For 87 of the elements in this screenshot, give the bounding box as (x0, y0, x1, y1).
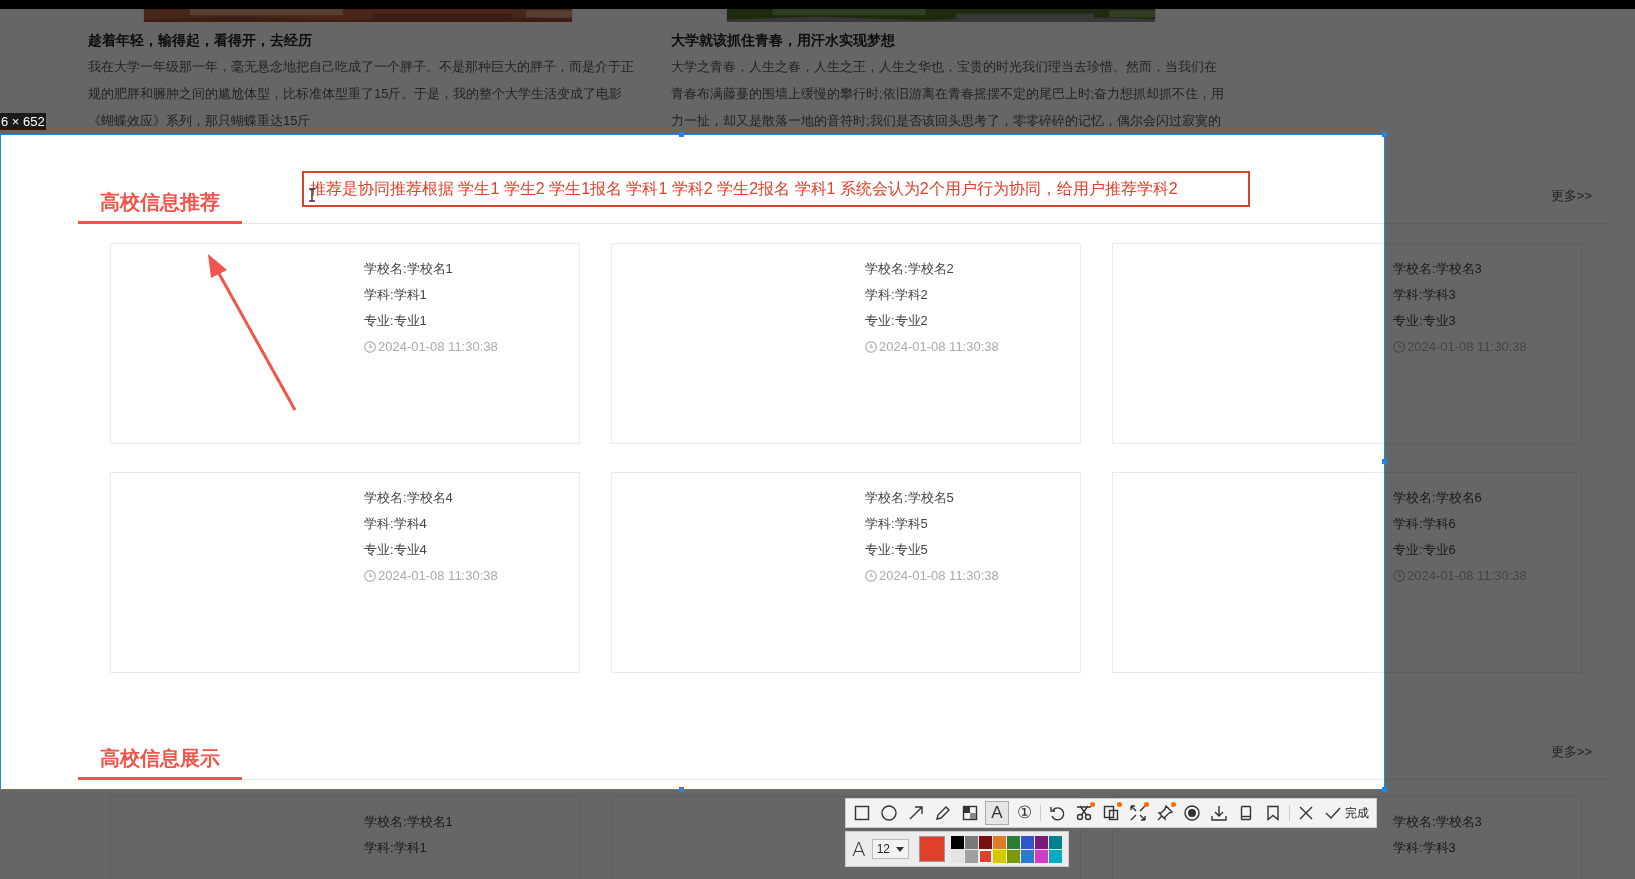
size-label: 6 × 652 (0, 113, 46, 130)
rectangle-icon (853, 804, 871, 822)
circle-icon (880, 804, 898, 822)
major-text: 专业:专业2 (865, 312, 928, 330)
article-title[interactable]: 趁着年轻，输得起，看得开，去经历 (88, 31, 638, 49)
color-swatch[interactable] (951, 835, 965, 849)
color-swatch[interactable] (979, 835, 993, 849)
subject-text: 学科:学科3 (1393, 839, 1456, 857)
school-name: 学校名:学校名1 (364, 813, 453, 831)
text-tool[interactable]: A (985, 801, 1009, 825)
resize-handle[interactable] (1382, 787, 1387, 792)
record-icon (1183, 804, 1201, 822)
subject-text: 学科:学科1 (364, 286, 427, 304)
school-card[interactable]: 学校名:学校名4 学科:学科4 专业:专业4 2024-01-08 11:30:38 (110, 472, 580, 673)
post-time: 2024-01-08 11:30:38 (378, 338, 498, 357)
caret-icon (896, 846, 905, 852)
subject-text: 学科:学科3 (1393, 286, 1456, 304)
resize-handle[interactable] (679, 132, 684, 137)
color-swatch[interactable] (951, 849, 965, 863)
subject-text: 学科:学科1 (364, 839, 427, 857)
major-text: 专业:专业5 (865, 541, 928, 559)
font-size-label: A (852, 838, 866, 860)
scissors-icon (1075, 804, 1093, 822)
document-icon (1102, 804, 1120, 822)
school-name: 学校名:学校名2 (865, 260, 954, 278)
color-swatch[interactable] (965, 835, 979, 849)
major-text: 专业:专业1 (364, 312, 427, 330)
resize-handle[interactable] (1382, 459, 1387, 464)
annotation-text[interactable]: 推荐是协同推荐根据 学生1 学生2 学生1报名 学科1 学科2 学生2报名 学科1 系统会认为2个用户行为协同，给用户推荐学科2 (302, 171, 1250, 207)
number-tool[interactable]: ① (1012, 801, 1036, 825)
resize-handle[interactable] (1382, 132, 1387, 137)
post-time: 2024-01-08 11:30:38 (378, 567, 498, 586)
color-swatch[interactable] (1035, 835, 1049, 849)
color-swatch[interactable] (979, 849, 993, 863)
post-time: 2024-01-08 11:30:38 (879, 567, 999, 586)
more-link[interactable]: 更多>> (1550, 741, 1610, 779)
pin-icon (1156, 804, 1174, 822)
clock-icon (364, 570, 376, 582)
clock-icon (1393, 570, 1405, 582)
color-swatch[interactable] (993, 835, 1007, 849)
color-swatch[interactable] (1035, 849, 1049, 863)
font-size-select[interactable]: 12 (871, 839, 910, 859)
subject-text: 学科:学科2 (865, 286, 928, 304)
clock-icon (1393, 341, 1405, 353)
school-card[interactable]: 学校名:学校名1 学科:学科1 专业:专业1 2024-01-08 11:30:38 (110, 243, 580, 444)
school-name: 学校名:学校名1 (364, 260, 453, 278)
school-name: 学校名:学校名4 (364, 489, 453, 507)
school-name: 学校名:学校名3 (1393, 813, 1482, 831)
section-title: 高校信息推荐 (78, 189, 242, 224)
section-title: 高校信息展示 (78, 745, 242, 780)
school-card[interactable]: 学校名:学校名5 学科:学科5 专业:专业5 2024-01-08 11:30:38 (611, 472, 1081, 673)
clock-icon (865, 570, 877, 582)
subject-text: 学科:学科4 (364, 515, 427, 533)
school-card[interactable]: 学校名:学校名2 学科:学科2 专业:专业2 2024-01-08 11:30:38 (611, 243, 1081, 444)
resize-handle[interactable] (679, 787, 684, 792)
subject-text: 学科:学科6 (1393, 515, 1456, 533)
color-swatch[interactable] (1049, 835, 1063, 849)
school-name: 学校名:学校名6 (1393, 489, 1482, 507)
done-tool[interactable]: 完成 (1321, 801, 1372, 825)
major-text: 专业:专业4 (364, 541, 427, 559)
color-swatch[interactable] (1007, 835, 1021, 849)
expand-icon (1129, 804, 1147, 822)
post-time: 2024-01-08 11:30:38 (879, 338, 999, 357)
checker-icon (961, 804, 979, 822)
more-link[interactable]: 更多>> (1550, 185, 1610, 223)
school-name: 学校名:学校名5 (865, 489, 954, 507)
subject-text: 学科:学科5 (865, 515, 928, 533)
current-color[interactable] (919, 836, 946, 862)
undo-icon (1048, 804, 1066, 822)
color-swatch[interactable] (1021, 835, 1035, 849)
major-text: 专业:专业6 (1393, 541, 1456, 559)
major-text: 专业:专业3 (1393, 312, 1456, 330)
color-swatch[interactable] (1021, 849, 1035, 863)
clock-icon (364, 341, 376, 353)
color-swatch[interactable] (1049, 849, 1063, 863)
article-title[interactable]: 大学就该抓住青春，用汗水实现梦想 (671, 31, 1221, 49)
pencil-icon (934, 804, 952, 822)
bookmark-icon (1264, 804, 1282, 822)
school-name: 学校名:学校名3 (1393, 260, 1482, 278)
color-swatch[interactable] (1007, 849, 1021, 863)
clock-icon (865, 341, 877, 353)
color-swatch[interactable] (965, 849, 979, 863)
close-icon (1297, 804, 1315, 822)
school-card[interactable]: 学校名:学校名1 学科:学科1 (110, 796, 580, 879)
arrow-icon (907, 804, 925, 822)
download-icon (1210, 804, 1228, 822)
color-swatch[interactable] (993, 849, 1007, 863)
